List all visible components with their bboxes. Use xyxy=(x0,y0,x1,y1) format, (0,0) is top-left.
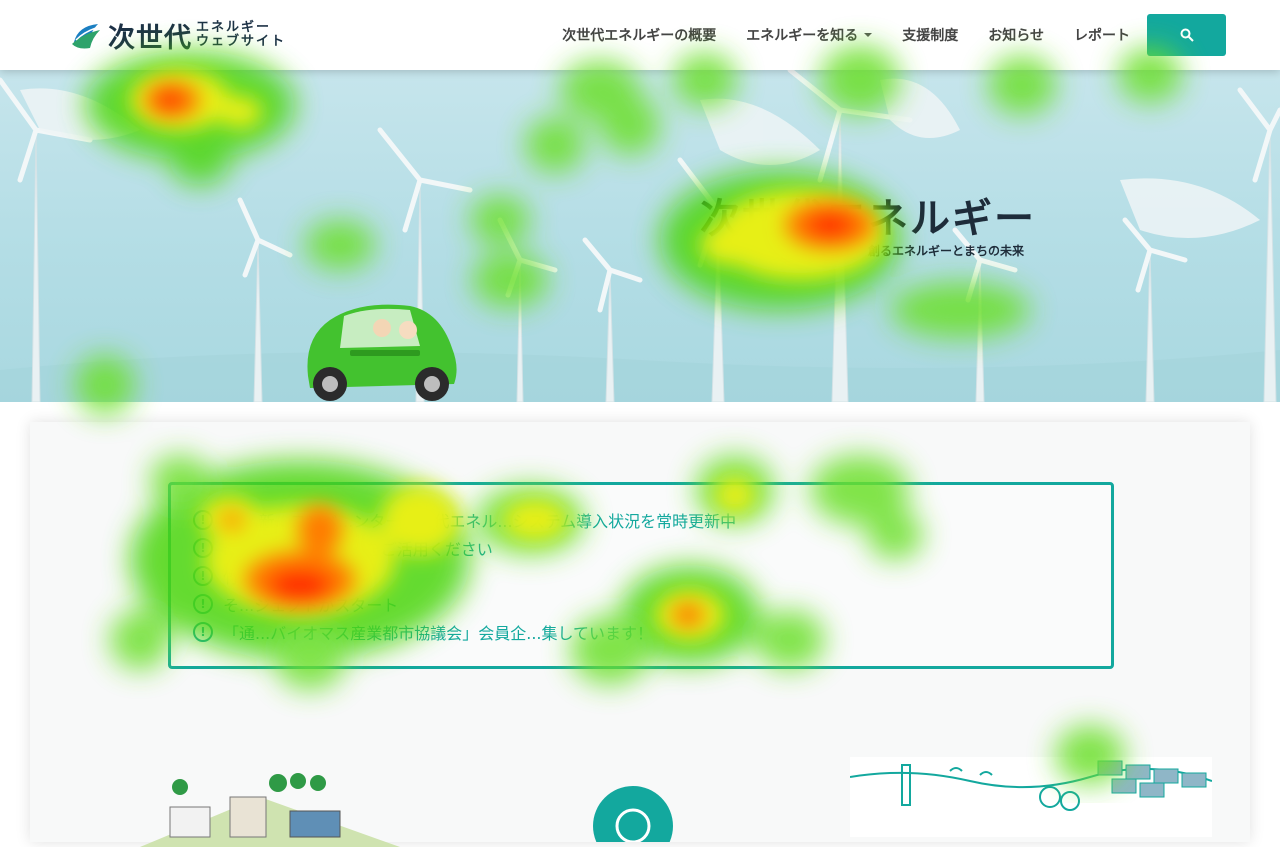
nav-item-news[interactable]: お知らせ xyxy=(988,25,1044,45)
news-text: WI...新...コンベ...ンター次世代エネル...システム導入状況を常時更新… xyxy=(223,512,737,531)
news-item[interactable]: ! 竹... xyxy=(193,562,736,590)
news-text: 竹... xyxy=(223,568,255,587)
logo-main-text: 次世代 xyxy=(108,22,192,54)
logo-sub-line2: ウェブサイト xyxy=(196,34,287,49)
news-text: そ...ジェクトがスタート xyxy=(223,596,399,615)
news-list: ! WI...新...コンベ...ンター次世代エネル...システム導入状況を常時… xyxy=(193,506,736,646)
nav-item-support[interactable]: 支援制度 xyxy=(902,25,958,45)
hero-banner: 次世代エネルギー 創るエネルギーとまちの未来 xyxy=(0,70,1280,402)
logo-leaf-icon xyxy=(72,24,100,49)
logo-sub-line1: エネルギー xyxy=(196,20,272,35)
nav-item-overview[interactable]: 次世代エネルギーの概要 xyxy=(562,25,716,45)
city-illustration[interactable] xyxy=(140,767,400,847)
nav-label: レポート xyxy=(1074,28,1130,44)
main-nav: 次世代エネルギーの概要 エネルギーを知る 支援制度 お知らせ レポート xyxy=(532,10,1226,60)
news-text: 「通...バイオマス産業都市協議会」会員企...集しています！ xyxy=(223,624,654,643)
alert-icon: ! xyxy=(193,538,213,558)
search-icon xyxy=(1180,28,1194,42)
alert-icon: ! xyxy=(193,594,213,614)
news-box: ! WI...新...コンベ...ンター次世代エネル...システム導入状況を常時… xyxy=(168,482,1114,669)
nav-item-learn-energy[interactable]: エネルギーを知る xyxy=(746,25,873,45)
nav-item-report[interactable]: レポート xyxy=(1074,25,1130,45)
hero-subtitle: 創るエネルギーとまちの未来 xyxy=(868,244,1025,258)
site-logo[interactable]: 次世代 エネルギー ウェブサイト xyxy=(70,18,286,54)
alert-icon: ! xyxy=(193,622,213,642)
wind-turbines-illustration xyxy=(0,70,1280,402)
chevron-down-icon xyxy=(864,33,873,37)
news-item[interactable]: ! そ...ジェクトがスタート xyxy=(193,590,736,618)
nav-label: 支援制度 xyxy=(902,28,959,44)
nav-label: エネルギーを知る xyxy=(746,28,859,44)
news-item[interactable]: ! WI...新...コンベ...ンター次世代エネル...システム導入状況を常時… xyxy=(193,506,736,534)
news-item[interactable]: ! ...やさ...整備事業...をご活用ください xyxy=(193,534,736,562)
electric-car-illustration xyxy=(307,304,457,401)
energy-circle-icon[interactable] xyxy=(590,782,680,842)
news-text: ...やさ...整備事業...をご活用ください xyxy=(223,540,493,559)
solar-coast-illustration[interactable] xyxy=(850,757,1212,837)
site-header: 次世代 エネルギー ウェブサイト 次世代エネルギーの概要 エネルギーを知る 支援… xyxy=(0,0,1280,70)
logo-sub-text: エネルギー ウェブサイト xyxy=(196,21,286,49)
alert-icon: ! xyxy=(193,566,213,586)
hero-title: 次世代エネルギー xyxy=(700,196,1036,242)
news-item[interactable]: ! 「通...バイオマス産業都市協議会」会員企...集しています！ xyxy=(193,618,736,646)
alert-icon: ! xyxy=(193,510,213,530)
nav-label: お知らせ xyxy=(988,28,1044,44)
nav-label: 次世代エネルギーの概要 xyxy=(562,28,717,44)
content-card: ! WI...新...コンベ...ンター次世代エネル...システム導入状況を常時… xyxy=(30,422,1250,847)
search-button[interactable] xyxy=(1147,14,1226,56)
